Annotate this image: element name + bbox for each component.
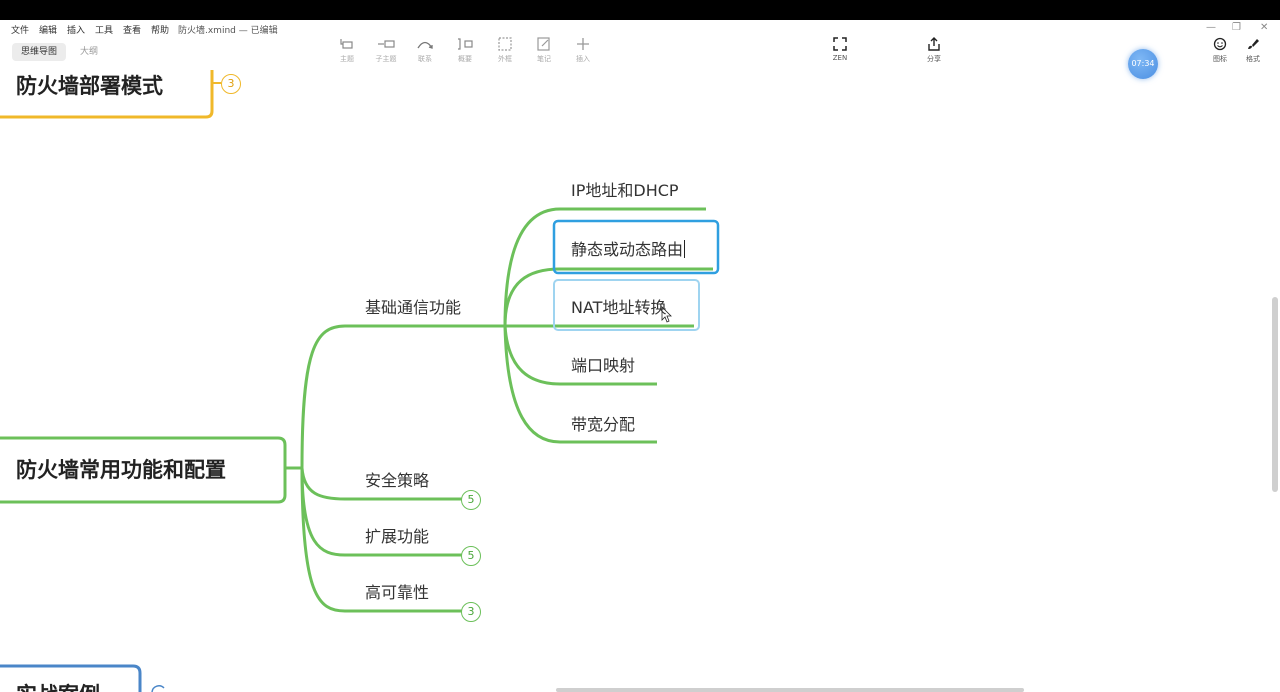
leaf-port-mapping[interactable]: 端口映射 <box>571 352 635 376</box>
leaf-nat[interactable]: NAT地址转换 <box>571 294 666 318</box>
mindmap-canvas[interactable]: 防火墙部署模式 3 防火墙常用功能和配置 基础通信功能 安全策略 5 扩展功能 … <box>0 20 1280 692</box>
leaf-routing-editing[interactable]: 静态或动态路由 <box>571 236 686 260</box>
subtopic-high-availability[interactable]: 高可靠性 <box>365 579 429 603</box>
horizontal-scrollbar[interactable] <box>556 688 1024 692</box>
collapsed-count-badge[interactable]: 3 <box>221 74 241 94</box>
subtopic-security-policy[interactable]: 安全策略 <box>365 467 429 491</box>
mindmap-branches <box>0 70 720 692</box>
topic-firewall-deployment[interactable]: 防火墙部署模式 <box>16 70 163 100</box>
leaf-routing-text[interactable]: 静态或动态路由 <box>571 240 683 259</box>
subtopic-extensions[interactable]: 扩展功能 <box>365 523 429 547</box>
collapsed-count-badge[interactable]: 5 <box>461 546 481 566</box>
vertical-scrollbar[interactable] <box>1272 297 1278 492</box>
collapsed-count-badge[interactable]: 5 <box>461 490 481 510</box>
subtopic-basic-communication[interactable]: 基础通信功能 <box>365 294 461 318</box>
text-caret <box>684 240 686 258</box>
xmind-window: 文件 编辑 插入 工具 查看 帮助 防火墙.xmind — 已编辑 — ❐ ✕ … <box>0 20 1280 692</box>
topic-firewall-functions[interactable]: 防火墙常用功能和配置 <box>16 454 226 484</box>
leaf-ip-dhcp[interactable]: IP地址和DHCP <box>571 177 679 201</box>
leaf-bandwidth[interactable]: 带宽分配 <box>571 411 635 435</box>
topic-practical-cases[interactable]: 实战案例 <box>16 679 100 692</box>
collapsed-count-badge[interactable]: 3 <box>461 602 481 622</box>
